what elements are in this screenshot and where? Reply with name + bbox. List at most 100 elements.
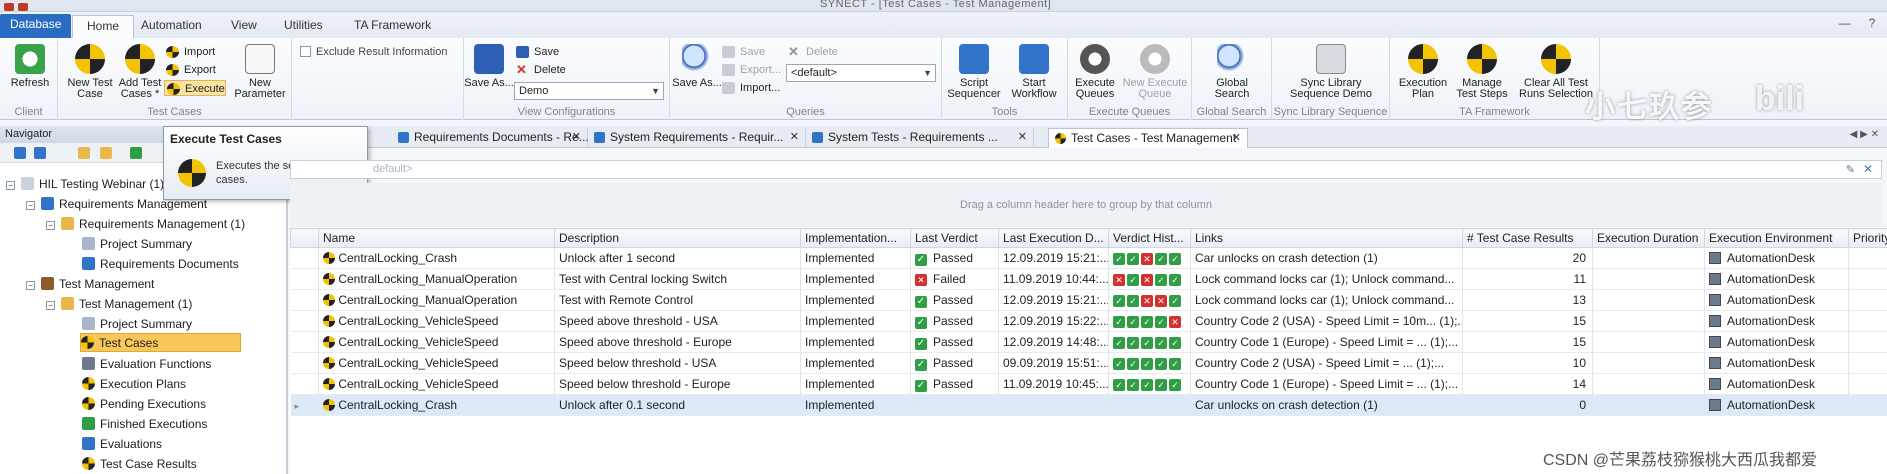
cell-verdict-history[interactable]: ✓ ✓ ✕ ✕ ✓ (1108, 289, 1191, 311)
cell-description[interactable]: Test with Central locking Switch (554, 268, 801, 290)
tree-node-test-management[interactable]: − Test Management (26, 275, 154, 294)
cell-last-verdict[interactable]: ✓ Passed (910, 247, 999, 269)
tree-node-evaluations[interactable]: Evaluations (82, 435, 162, 454)
cell-implementation[interactable]: Implemented (800, 289, 911, 311)
cell-environment[interactable]: AutomationDesk (1704, 289, 1849, 311)
save-as-query-button[interactable]: Save As... (672, 44, 722, 89)
cell-implementation[interactable]: Implemented (800, 268, 911, 290)
cell-links[interactable]: Car unlocks on crash detection (1) (1190, 394, 1463, 416)
cell-last-verdict[interactable]: ✓ Passed (910, 331, 999, 353)
minimize-icon[interactable]: — (1838, 16, 1852, 30)
cell-priority[interactable] (1848, 394, 1887, 416)
table-row[interactable]: CentralLocking_VehicleSpeed Speed above t… (290, 331, 1887, 353)
table-row[interactable]: CentralLocking_Crash Unlock after 1 secon… (290, 247, 1887, 269)
tree-node-requirements-management-1[interactable]: − Requirements Management (1) (46, 215, 245, 234)
row-selector[interactable] (290, 268, 319, 290)
help-icon[interactable]: ? (1865, 16, 1879, 30)
cell-description[interactable]: Unlock after 0.1 second (554, 394, 801, 416)
query-filter-bar[interactable]: default> ✎ ✕ (290, 160, 1882, 179)
cell-last-execution[interactable]: 12.09.2019 15:21:... (998, 247, 1109, 269)
cell-name[interactable]: CentralLocking_Crash (318, 247, 555, 269)
cell-results[interactable]: 13 (1462, 289, 1593, 311)
tab-requirements-documents[interactable]: Requirements Documents - Re... ✕ (392, 128, 589, 148)
execute-queues-button[interactable]: Execute Queues (1070, 44, 1120, 100)
cell-links[interactable]: Lock command locks car (1); Unlock comma… (1190, 289, 1463, 311)
cell-duration[interactable] (1592, 247, 1705, 269)
tree-node-finished-executions[interactable]: Finished Executions (82, 415, 207, 434)
execution-plan-button[interactable]: Execution Plan (1394, 44, 1452, 100)
close-icon[interactable]: ✕ (790, 128, 799, 147)
cell-duration[interactable] (1592, 310, 1705, 332)
delete-query-button[interactable]: ✕ Delete (786, 44, 838, 60)
cell-verdict-history[interactable]: ✕ ✓ ✕ ✓ ✓ (1108, 268, 1191, 290)
cell-links[interactable]: Country Code 1 (Europe) - Speed Limit = … (1190, 331, 1463, 353)
tab-utilities[interactable]: Utilities (270, 15, 337, 38)
cell-implementation[interactable]: Implemented (800, 373, 911, 395)
cell-links[interactable]: Car unlocks on crash detection (1) (1190, 247, 1463, 269)
cell-results[interactable]: 20 (1462, 247, 1593, 269)
cell-environment[interactable]: AutomationDesk (1704, 331, 1849, 353)
cell-last-verdict[interactable] (910, 394, 999, 416)
table-row[interactable]: CentralLocking_VehicleSpeed Speed below t… (290, 352, 1887, 374)
tab-database[interactable]: Database (0, 14, 72, 38)
cell-priority[interactable] (1848, 352, 1887, 374)
tree-node-hil-testing-webinar[interactable]: − HIL Testing Webinar (1) (6, 175, 164, 194)
cell-verdict-history[interactable]: ✓ ✓ ✕ ✓ ✓ (1108, 247, 1191, 269)
tab-scroll-icon[interactable]: ◀ ▶ ✕ (1850, 129, 1879, 140)
cell-name[interactable]: CentralLocking_VehicleSpeed (318, 331, 555, 353)
cell-environment[interactable]: AutomationDesk (1704, 310, 1849, 332)
column-header-last-verdict[interactable]: Last Verdict (910, 228, 999, 248)
nav-refresh-icon[interactable] (14, 147, 26, 159)
column-header-links[interactable]: Links (1190, 228, 1463, 248)
cell-implementation[interactable]: Implemented (800, 310, 911, 332)
cell-verdict-history[interactable]: ✓ ✓ ✓ ✓ ✓ (1108, 373, 1191, 395)
import-button[interactable]: Import (164, 44, 215, 60)
cell-last-execution[interactable]: 12.09.2019 15:21:... (998, 289, 1109, 311)
column-header-verdict-history[interactable]: Verdict Hist... (1108, 228, 1191, 248)
close-icon[interactable]: ✕ (1018, 128, 1027, 147)
refresh-button[interactable]: Refresh (2, 44, 58, 89)
cell-description[interactable]: Unlock after 1 second (554, 247, 801, 269)
export-button[interactable]: Export (164, 62, 216, 78)
collapse-icon[interactable]: − (6, 181, 15, 190)
tree-node-test-cases[interactable]: Test Cases (80, 333, 242, 352)
cell-last-execution[interactable]: 11.09.2019 10:45:... (998, 373, 1109, 395)
cell-links[interactable]: Country Code 2 (USA) - Speed Limit = ...… (1190, 352, 1463, 374)
cell-implementation[interactable]: Implemented (800, 331, 911, 353)
cell-description[interactable]: Speed above threshold - Europe (554, 331, 801, 353)
cell-links[interactable]: Country Code 1 (Europe) - Speed Limit = … (1190, 373, 1463, 395)
column-header-priority[interactable]: Priority (1848, 228, 1887, 248)
query-select[interactable]: <default> ▼ (786, 64, 936, 82)
cell-duration[interactable] (1592, 394, 1705, 416)
column-header-results[interactable]: # Test Case Results (1462, 228, 1593, 248)
nav-folder-icon[interactable] (78, 147, 90, 159)
cell-duration[interactable] (1592, 373, 1705, 395)
cell-verdict-history[interactable]: ✓ ✓ ✓ ✓ ✕ (1108, 310, 1191, 332)
close-icon[interactable]: ✕ (572, 128, 581, 147)
tab-ta-framework[interactable]: TA Framework (340, 15, 445, 38)
cell-verdict-history[interactable]: ✓ ✓ ✓ ✓ ✓ (1108, 352, 1191, 374)
save-query-button[interactable]: Save (720, 44, 765, 60)
cell-implementation[interactable]: Implemented (800, 394, 911, 416)
tree-node-test-case-results[interactable]: Test Case Results (82, 455, 197, 474)
manage-test-steps-button[interactable]: Manage Test Steps (1452, 44, 1512, 100)
table-row[interactable]: CentralLocking_ManualOperation Test with … (290, 268, 1887, 290)
cell-environment[interactable]: AutomationDesk (1704, 394, 1849, 416)
cell-description[interactable]: Test with Remote Control (554, 289, 801, 311)
cell-environment[interactable]: AutomationDesk (1704, 352, 1849, 374)
row-selector[interactable]: ▸ (290, 394, 319, 416)
cell-last-verdict[interactable]: ✓ Passed (910, 289, 999, 311)
tree-node-project-summary[interactable]: Project Summary (82, 235, 192, 254)
save-as-view-button[interactable]: Save As... (464, 44, 514, 89)
tree-node-project-summary-2[interactable]: Project Summary (82, 315, 192, 334)
row-selector[interactable] (290, 373, 319, 395)
global-search-button[interactable]: Global Search (1202, 44, 1262, 100)
cell-results[interactable]: 15 (1462, 331, 1593, 353)
cell-results[interactable]: 10 (1462, 352, 1593, 374)
cell-priority[interactable] (1848, 268, 1887, 290)
add-test-cases-button[interactable]: Add Test Cases * (112, 44, 168, 100)
cell-last-execution[interactable]: 12.09.2019 14:48:... (998, 331, 1109, 353)
cell-last-execution[interactable]: 11.09.2019 10:44:... (998, 268, 1109, 290)
tree-node-evaluation-functions[interactable]: Evaluation Functions (82, 355, 211, 374)
cell-name[interactable]: CentralLocking_VehicleSpeed (318, 373, 555, 395)
